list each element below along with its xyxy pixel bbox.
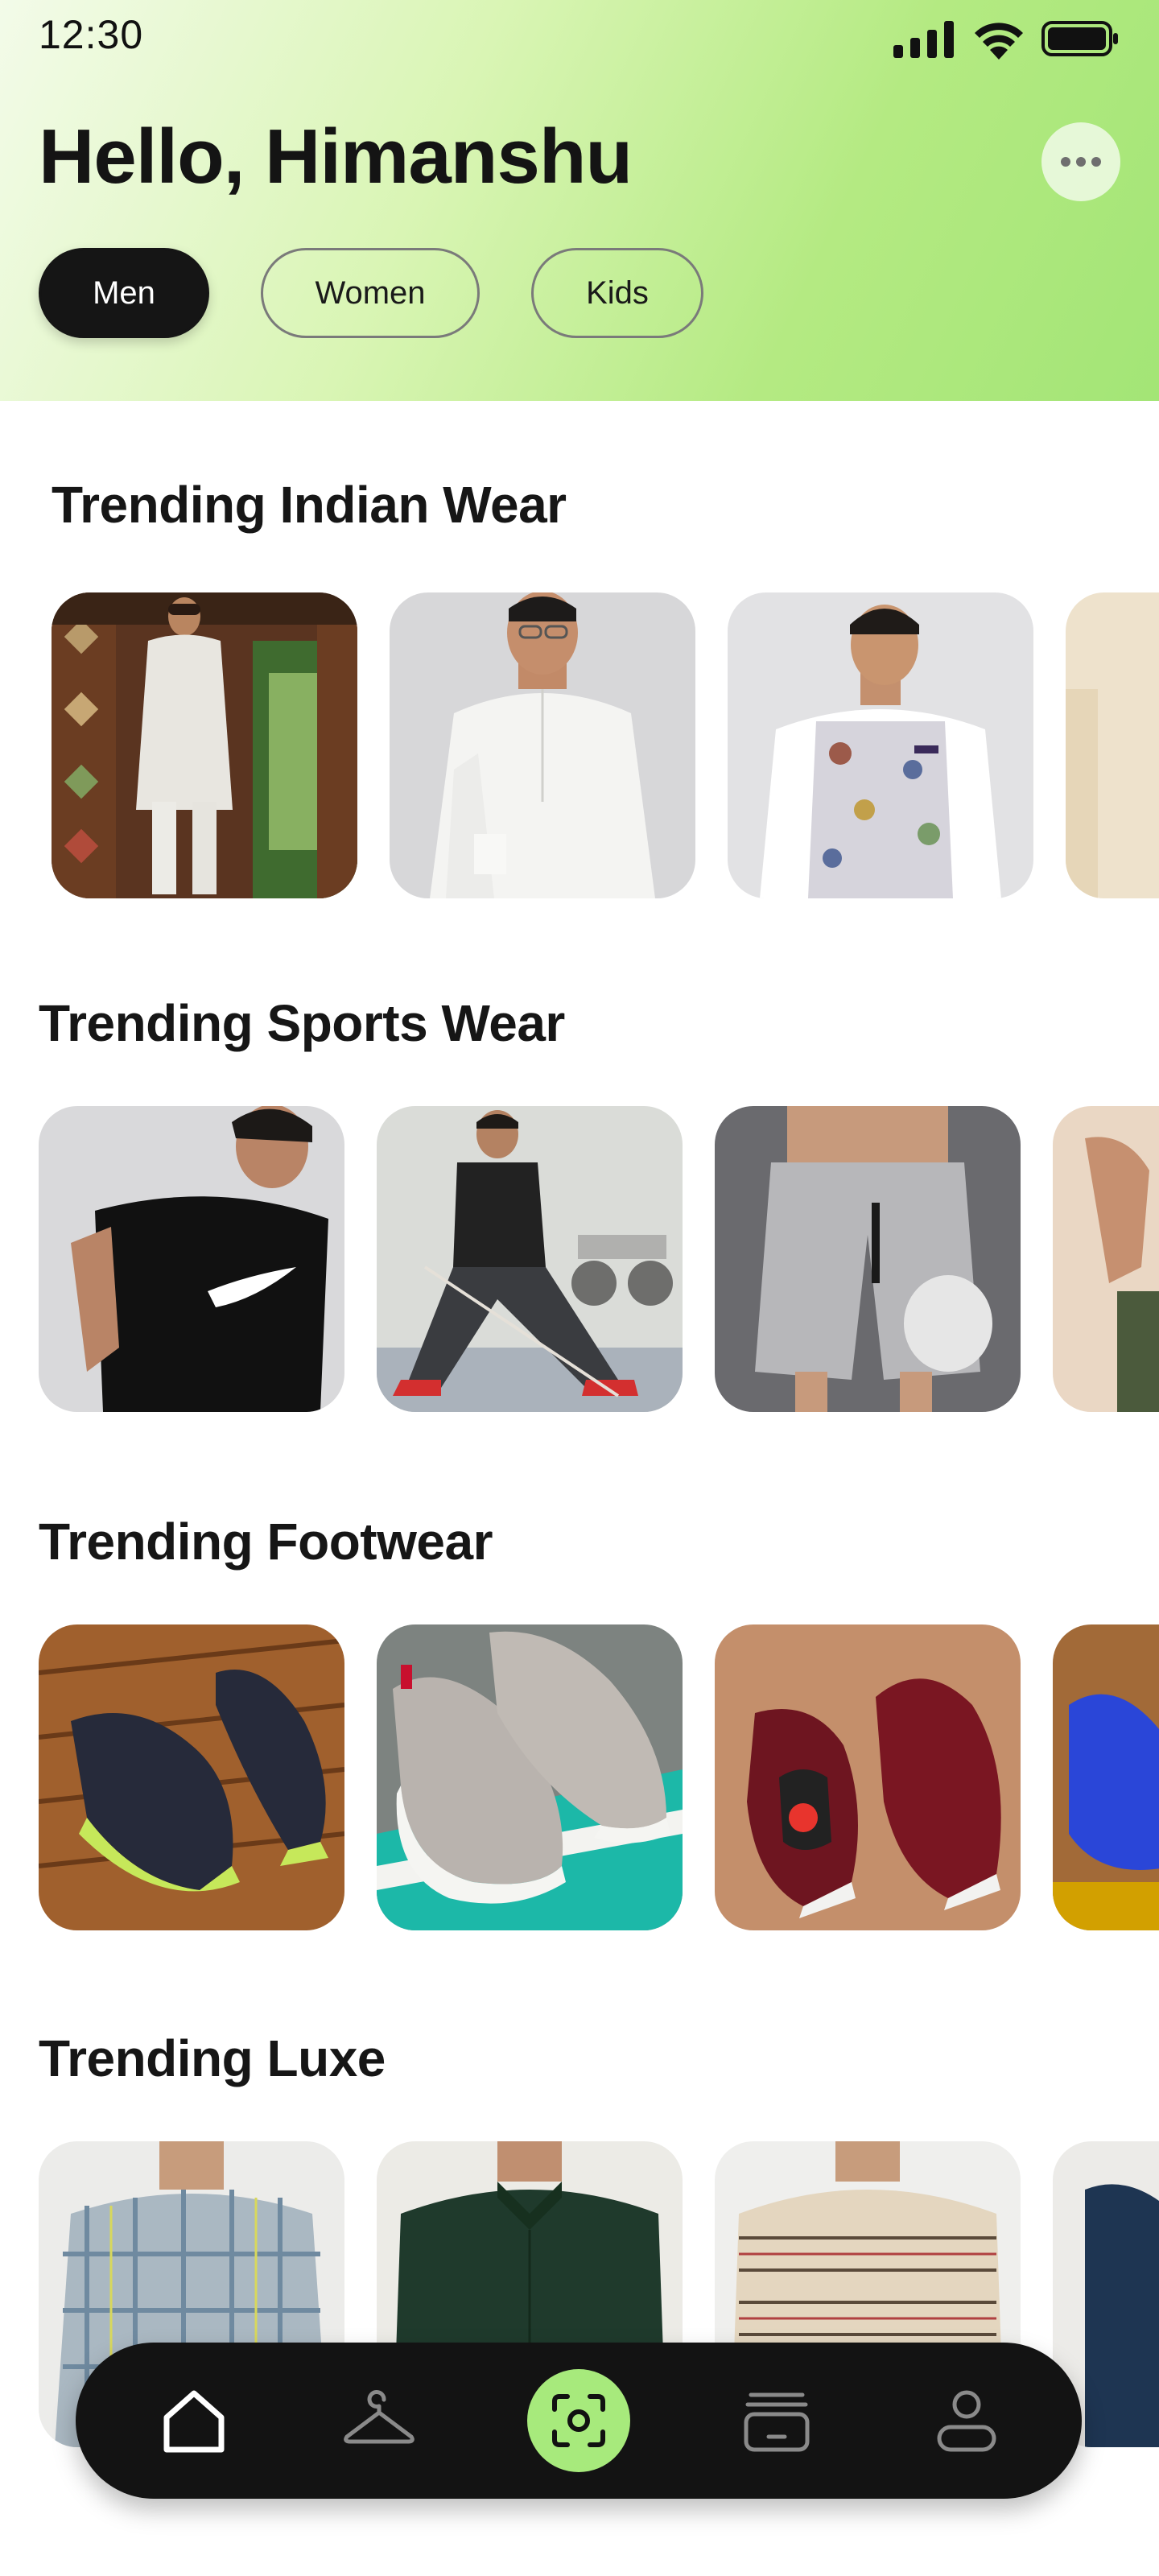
bottom-nav [76, 2343, 1082, 2499]
tab-kids[interactable]: Kids [531, 248, 703, 338]
product-card-grey-sneakers[interactable] [377, 1624, 683, 1930]
bag-icon [744, 2392, 810, 2452]
tab-women[interactable]: Women [261, 248, 480, 338]
profile-icon [937, 2390, 996, 2452]
hanger-icon [344, 2390, 415, 2444]
nav-home[interactable] [146, 2372, 242, 2469]
section-title: Trending Indian Wear [52, 476, 567, 534]
product-card-grey-shorts[interactable] [715, 1106, 1021, 1412]
nav-profile[interactable] [918, 2372, 1015, 2469]
product-card-running-shoes[interactable] [39, 1624, 344, 1930]
product-card-black-tee[interactable] [39, 1106, 344, 1412]
product-card-partial[interactable] [1053, 1624, 1159, 1930]
product-card-maroon-shoes[interactable] [715, 1624, 1021, 1930]
home-screen: 12:30 Hello, Himanshu Men Women Kids Tre… [0, 0, 1159, 2576]
status-bar: 12:30 [0, 0, 1159, 77]
section-title: Trending Sports Wear [39, 994, 565, 1052]
scan-icon [552, 2394, 605, 2447]
product-rail[interactable] [39, 1106, 1159, 1412]
more-dot-icon [1061, 157, 1070, 167]
section-title: Trending Luxe [39, 2029, 386, 2087]
product-card-partial[interactable] [1066, 592, 1159, 898]
battery-icon [1041, 21, 1118, 56]
product-card-printed-jacket[interactable] [728, 592, 1033, 898]
signal-icon [893, 21, 954, 58]
more-dot-icon [1091, 157, 1101, 167]
more-options-button[interactable] [1041, 122, 1120, 201]
product-card-gym-workout[interactable] [377, 1106, 683, 1412]
product-rail[interactable] [39, 1624, 1159, 1930]
product-rail[interactable] [52, 592, 1159, 898]
greeting-title: Hello, Himanshu [39, 114, 633, 200]
product-card-white-kurta[interactable] [390, 592, 695, 898]
product-card-kurta-doorway[interactable] [52, 592, 357, 898]
header: 12:30 Hello, Himanshu Men Women Kids [0, 0, 1159, 401]
section-title: Trending Footwear [39, 1513, 493, 1571]
nav-scan[interactable] [527, 2369, 630, 2472]
more-dot-icon [1076, 157, 1086, 167]
wifi-icon [975, 23, 1023, 60]
product-card-partial[interactable] [1053, 1106, 1159, 1412]
tab-men[interactable]: Men [39, 248, 209, 338]
status-time: 12:30 [39, 12, 144, 57]
gender-tabs: Men Women Kids [39, 248, 703, 338]
nav-bag[interactable] [728, 2372, 825, 2469]
nav-wardrobe[interactable] [331, 2372, 427, 2469]
home-icon [163, 2390, 225, 2453]
